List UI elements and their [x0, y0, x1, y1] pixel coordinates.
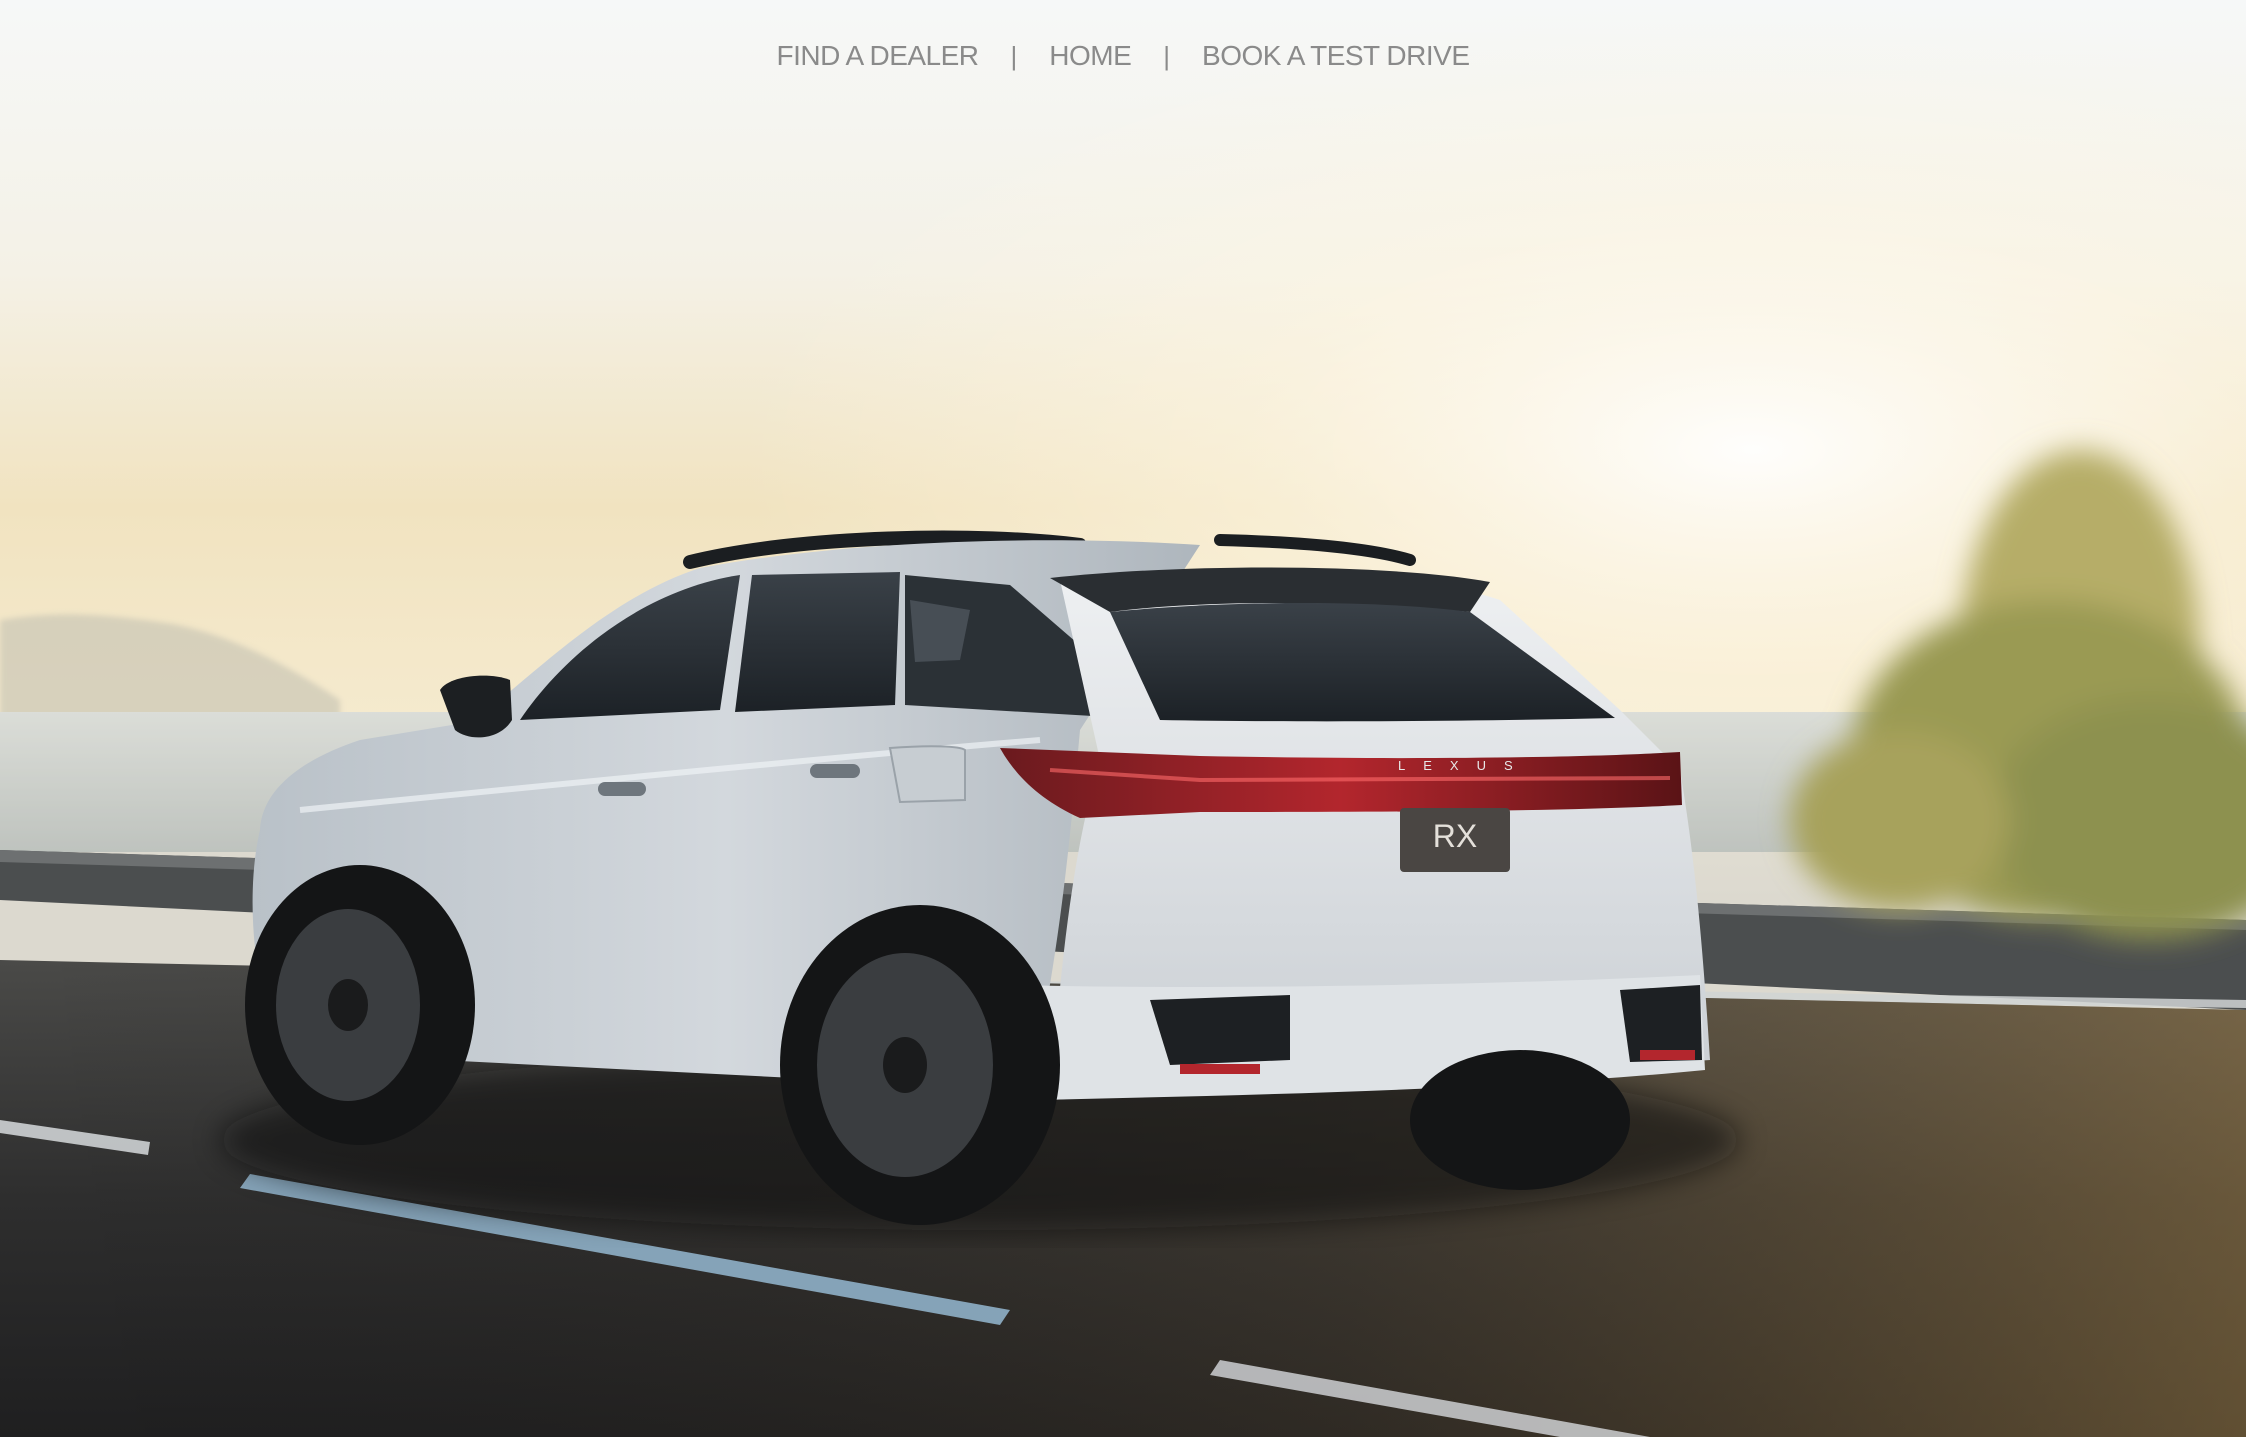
car-window-rear	[735, 572, 900, 712]
wheel-rear	[780, 905, 1060, 1225]
page: RX LEXUS FIND A DEALER | HOME | BOOK A T…	[0, 0, 2246, 1437]
hero-image	[0, 0, 2246, 1437]
nav-separator: |	[1010, 40, 1018, 71]
brand-lettering: LEXUS	[1398, 758, 1531, 773]
tail-light	[1000, 748, 1682, 818]
top-navigation: FIND A DEALER | HOME | BOOK A TEST DRIVE	[0, 28, 2246, 84]
home-link[interactable]: HOME	[1049, 40, 1132, 72]
book-test-drive-link[interactable]: BOOK A TEST DRIVE	[1202, 40, 1470, 72]
wheel-rear-right	[1410, 1050, 1630, 1190]
find-a-dealer-link[interactable]: FIND A DEALER	[777, 40, 980, 72]
nav-separator: |	[1163, 40, 1171, 71]
wheel-front	[245, 865, 475, 1145]
rear-badge-text: RX	[1432, 818, 1478, 854]
